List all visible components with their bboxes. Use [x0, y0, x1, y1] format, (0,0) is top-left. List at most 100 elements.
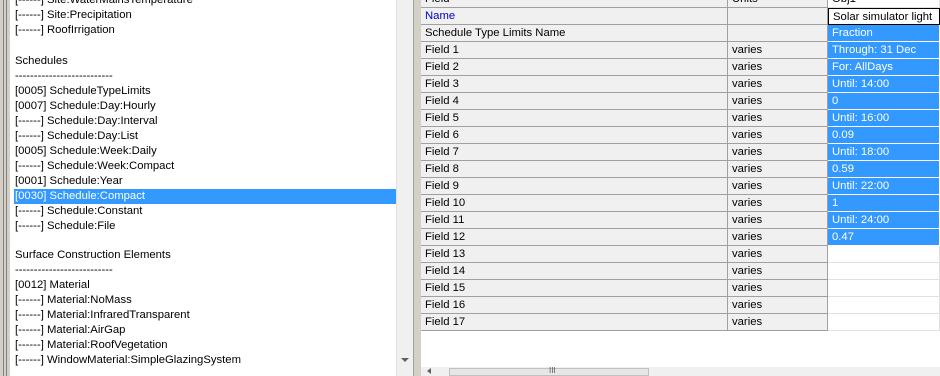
- class-list-item[interactable]: [0005] ScheduleTypeLimits: [15, 84, 151, 99]
- field-label: Field 13: [421, 246, 728, 263]
- field-label: Field 9: [421, 178, 728, 195]
- left-frame-edge: [0, 0, 10, 376]
- field-value-cell[interactable]: [828, 314, 940, 331]
- field-value-cell[interactable]: Until: 22:00: [828, 178, 940, 195]
- name-units: [728, 8, 828, 25]
- field-value-cell[interactable]: 0.59: [828, 161, 940, 178]
- class-list-item[interactable]: [------] Schedule:Day:List: [15, 129, 138, 144]
- class-list[interactable]: [------] Site:WaterMainsTemperature [----…: [10, 0, 396, 376]
- field-value-cell[interactable]: 0.09: [828, 127, 940, 144]
- grid-row: Field 15 varies: [421, 280, 940, 297]
- class-list-item[interactable]: --------------------------: [15, 263, 113, 278]
- grid-row: Field 2 varies For: AllDays: [421, 59, 940, 76]
- field-value-cell[interactable]: Until: 18:00: [828, 144, 940, 161]
- grid-row: Field 17 varies: [421, 314, 940, 331]
- class-list-item[interactable]: [------] Material:InfraredTransparent: [15, 308, 190, 323]
- field-units: varies: [728, 263, 828, 280]
- class-list-item[interactable]: [------] Material:NoMass: [15, 293, 132, 308]
- grid-row: Field 13 varies: [421, 246, 940, 263]
- field-units: varies: [728, 110, 828, 127]
- scroll-left-arrow-icon[interactable]: [427, 368, 431, 374]
- field-label: Field 12: [421, 229, 728, 246]
- class-list-item[interactable]: [------] Schedule:Week:Compact: [15, 159, 174, 174]
- header-obj1[interactable]: Obj1: [828, 0, 940, 8]
- grid-row: Field 8 varies 0.59: [421, 161, 940, 178]
- field-units: varies: [728, 144, 828, 161]
- field-label: Field 15: [421, 280, 728, 297]
- field-value-cell[interactable]: [828, 263, 940, 280]
- grid-row: Field 9 varies Until: 22:00: [421, 178, 940, 195]
- field-label: Field 8: [421, 161, 728, 178]
- field-value-cell[interactable]: 0.47: [828, 229, 940, 246]
- field-value-cell[interactable]: Until: 16:00: [828, 110, 940, 127]
- field-units: varies: [728, 280, 828, 297]
- field-value-cell[interactable]: [828, 246, 940, 263]
- field-label: Field 5: [421, 110, 728, 127]
- name-field-label: Name: [421, 8, 728, 25]
- field-value-cell[interactable]: 0: [828, 93, 940, 110]
- class-list-item[interactable]: [------] Schedule:File: [15, 219, 115, 234]
- class-list-item[interactable]: --------------------------: [15, 69, 113, 84]
- field-value-cell[interactable]: Fraction: [828, 25, 940, 42]
- field-units: varies: [728, 178, 828, 195]
- grid-row: Field 1 varies Through: 31 Dec: [421, 42, 940, 59]
- class-list-item[interactable]: Schedules: [15, 54, 68, 69]
- field-label: Field 16: [421, 297, 728, 314]
- class-list-item-selected[interactable]: [0030] Schedule:Compact: [14, 189, 396, 204]
- class-list-scrollbar[interactable]: [396, 0, 414, 376]
- class-list-item[interactable]: [------] Schedule:Constant: [15, 204, 142, 219]
- field-value-cell[interactable]: Through: 31 Dec: [828, 42, 940, 59]
- field-label: Field 14: [421, 263, 728, 280]
- field-value-cell[interactable]: 1: [828, 195, 940, 212]
- field-label: Field 7: [421, 144, 728, 161]
- header-field: Field: [421, 0, 728, 8]
- class-list-item[interactable]: [0001] Schedule:Year: [15, 174, 123, 189]
- field-value-cell[interactable]: Until: 24:00: [828, 212, 940, 229]
- field-label: Field 4: [421, 93, 728, 110]
- class-list-item[interactable]: [------] WindowMaterial:SimpleGlazingSys…: [15, 353, 241, 368]
- class-list-item[interactable]: [------] Site:Precipitation: [15, 8, 132, 23]
- field-label: Schedule Type Limits Name: [421, 25, 728, 42]
- field-value-cell[interactable]: Until: 14:00: [828, 76, 940, 93]
- class-list-item[interactable]: [0005] Schedule:Week:Daily: [15, 144, 157, 159]
- scroll-down-arrow-icon[interactable]: [401, 358, 409, 362]
- field-units: varies: [728, 212, 828, 229]
- object-field-grid[interactable]: Field Units Obj1 Name Solar simulator li…: [421, 0, 940, 376]
- field-value-cell[interactable]: For: AllDays: [828, 59, 940, 76]
- field-value-cell[interactable]: [828, 280, 940, 297]
- class-list-item[interactable]: [------] Schedule:Day:Interval: [15, 114, 158, 129]
- field-units: varies: [728, 42, 828, 59]
- field-value-cell[interactable]: [828, 297, 940, 314]
- grid-row: Field 6 varies 0.09: [421, 127, 940, 144]
- class-list-item[interactable]: [------] Site:WaterMainsTemperature: [15, 0, 193, 8]
- grid-row: Schedule Type Limits Name Fraction: [421, 25, 940, 42]
- field-label: Field 17: [421, 314, 728, 331]
- grid-row: Field 12 varies 0.47: [421, 229, 940, 246]
- scrollbar-grip-icon: III: [549, 366, 556, 375]
- class-list-item[interactable]: [------] Material:RoofVegetation: [15, 338, 168, 353]
- class-list-item[interactable]: [------] RoofIrrigation: [15, 23, 115, 38]
- class-list-item[interactable]: Surface Construction Elements: [15, 248, 171, 263]
- class-list-item[interactable]: [------] Material:AirGap: [15, 323, 125, 338]
- grid-row: Field 10 varies 1: [421, 195, 940, 212]
- grid-header-row: Field Units Obj1: [421, 0, 940, 8]
- grid-name-row: Name Solar simulator light: [421, 8, 940, 25]
- grid-horizontal-scrollbar[interactable]: III: [421, 367, 940, 376]
- field-units: [728, 25, 828, 42]
- class-list-item[interactable]: [0012] Material: [15, 278, 90, 293]
- field-label: Field 6: [421, 127, 728, 144]
- class-list-item[interactable]: [0007] Schedule:Day:Hourly: [15, 99, 156, 114]
- field-label: Field 3: [421, 76, 728, 93]
- field-units: varies: [728, 195, 828, 212]
- field-label: Field 11: [421, 212, 728, 229]
- name-value-input[interactable]: Solar simulator light: [828, 8, 940, 25]
- grid-row: Field 16 varies: [421, 297, 940, 314]
- field-units: varies: [728, 161, 828, 178]
- field-units: varies: [728, 127, 828, 144]
- grid-row: Field 4 varies 0: [421, 93, 940, 110]
- grid-row: Field 5 varies Until: 16:00: [421, 110, 940, 127]
- field-units: varies: [728, 229, 828, 246]
- field-label: Field 2: [421, 59, 728, 76]
- field-units: varies: [728, 297, 828, 314]
- field-label: Field 1: [421, 42, 728, 59]
